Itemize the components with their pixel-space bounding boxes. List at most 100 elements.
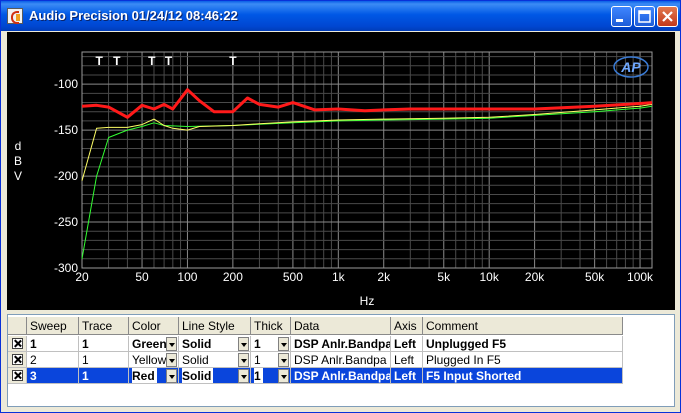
x-axis-label: Hz <box>360 294 375 308</box>
checkbox-icon[interactable] <box>12 354 23 365</box>
column-header-line-style[interactable]: Line Style <box>179 317 251 335</box>
sweep-cell[interactable]: 2 <box>27 352 79 368</box>
maximize-icon <box>638 10 651 23</box>
x-tick-label: 1k <box>332 270 346 284</box>
thick-value: 1 <box>254 368 263 383</box>
line-style-select[interactable]: Solid <box>179 336 251 352</box>
axis-cell[interactable]: Left <box>391 336 423 352</box>
app-window: Audio Precision 01/24/12 08:46:22 -100 -1… <box>0 0 681 413</box>
row-enable-checkbox[interactable] <box>8 352 27 368</box>
column-header-trace[interactable]: Trace <box>79 317 129 335</box>
color-select[interactable]: Green <box>129 336 179 352</box>
y-axis-label-letter: V <box>14 169 22 183</box>
thick-value: 1 <box>254 353 261 367</box>
axis-cell[interactable]: Left <box>391 352 423 368</box>
dropdown-arrow-icon[interactable] <box>278 337 289 351</box>
dropdown-arrow-icon[interactable] <box>238 337 249 351</box>
trace-cell[interactable]: 1 <box>79 368 129 384</box>
thick-select[interactable]: 1 <box>251 352 291 368</box>
dropdown-arrow-icon[interactable] <box>278 353 289 367</box>
dropdown-arrow-icon[interactable] <box>166 353 177 367</box>
y-tick-label: -150 <box>54 123 78 137</box>
y-tick-label: -250 <box>54 215 78 229</box>
maximize-button[interactable] <box>634 6 655 27</box>
close-button[interactable] <box>657 6 678 27</box>
close-icon <box>662 11 673 22</box>
grid <box>81 51 653 269</box>
thick-value: 1 <box>254 337 261 351</box>
data-cell[interactable]: DSP Anlr.Bandpa <box>291 368 391 384</box>
x-tick-labels: 20 50 100 200 500 1k 2k 5k 10k 20k 50k 100k <box>75 270 654 284</box>
column-header-sweep[interactable]: Sweep <box>27 317 79 335</box>
trace-cell[interactable]: 1 <box>79 336 129 352</box>
color-value: Red <box>132 368 157 383</box>
x-tick-label: 500 <box>283 270 303 284</box>
column-header-comment[interactable]: Comment <box>423 317 623 335</box>
trigger-marker: T <box>96 54 104 68</box>
trace-table[interactable]: Sweep Trace Color Line Style Thick Data … <box>7 314 675 407</box>
trigger-marker: T <box>113 54 121 68</box>
minimize-icon <box>616 19 623 22</box>
series-line-1 <box>81 105 653 259</box>
dropdown-arrow-icon[interactable] <box>166 337 177 351</box>
row-enable-checkbox[interactable] <box>8 336 27 352</box>
trigger-marker: T <box>165 54 173 68</box>
x-tick-label: 100k <box>627 270 654 284</box>
ap-logo-text: AP <box>620 59 641 75</box>
line-style-value: Solid <box>182 353 209 367</box>
series-layer <box>81 88 653 259</box>
color-select[interactable]: Yellow <box>129 352 179 368</box>
y-tick-label: -100 <box>54 77 78 91</box>
thick-select[interactable]: 1 <box>251 368 291 384</box>
trigger-marker: T <box>148 54 156 68</box>
color-value: Green <box>132 337 167 351</box>
data-cell[interactable]: DSP Anlr.Bandpa <box>291 336 391 352</box>
x-tick-label: 2k <box>377 270 391 284</box>
x-tick-label: 20 <box>75 270 89 284</box>
ap-logo: AP <box>613 56 649 78</box>
line-style-value: Solid <box>182 337 212 351</box>
column-header-axis[interactable]: Axis <box>391 317 423 335</box>
comment-cell[interactable]: F5 Input Shorted <box>423 368 623 384</box>
column-header-thick[interactable]: Thick <box>251 317 291 335</box>
x-tick-label: 20k <box>525 270 545 284</box>
line-style-select[interactable]: Solid <box>179 352 251 368</box>
dropdown-arrow-icon[interactable] <box>238 353 249 367</box>
checkbox-icon[interactable] <box>12 370 23 381</box>
row-enable-checkbox[interactable] <box>8 368 27 384</box>
color-value: Yellow <box>132 353 167 367</box>
dropdown-arrow-icon[interactable] <box>278 369 289 383</box>
x-tick-label: 200 <box>223 270 243 284</box>
color-select[interactable]: Red <box>129 368 179 384</box>
comment-cell[interactable]: Unplugged F5 <box>423 336 623 352</box>
column-header-color[interactable]: Color <box>129 317 179 335</box>
app-icon[interactable] <box>7 8 23 24</box>
thick-select[interactable]: 1 <box>251 336 291 352</box>
sweep-cell[interactable]: 1 <box>27 336 79 352</box>
x-tick-label: 10k <box>480 270 500 284</box>
comment-cell[interactable]: Plugged In F5 <box>423 352 623 368</box>
graph-panel[interactable]: -100 -150 -200 -250 -300 20 50 100 200 500 1k 2k 5k… <box>7 32 675 310</box>
dropdown-arrow-icon[interactable] <box>166 369 177 383</box>
x-tick-label: 50 <box>135 270 149 284</box>
sweep-cell[interactable]: 3 <box>27 368 79 384</box>
title-bar[interactable]: Audio Precision 01/24/12 08:46:22 <box>1 1 680 31</box>
line-style-select[interactable]: Solid <box>179 368 251 384</box>
y-tick-label: -200 <box>54 169 78 183</box>
header-corner <box>8 317 27 335</box>
checkbox-icon[interactable] <box>12 338 23 349</box>
y-tick-labels: -100-150-200-250-300 <box>54 77 78 275</box>
minimize-button[interactable] <box>611 6 632 27</box>
y-axis-label-letter: B <box>14 154 22 168</box>
trigger-marker: T <box>229 54 237 68</box>
dropdown-arrow-icon[interactable] <box>238 369 249 383</box>
series-line-2 <box>81 103 653 181</box>
axis-cell[interactable]: Left <box>391 368 423 384</box>
data-cell[interactable]: DSP Anlr.Bandpa <box>291 352 391 368</box>
column-header-data[interactable]: Data <box>291 317 391 335</box>
trace-cell[interactable]: 1 <box>79 352 129 368</box>
window-title: Audio Precision 01/24/12 08:46:22 <box>29 8 238 23</box>
x-tick-label: 100 <box>177 270 197 284</box>
frequency-response-chart[interactable]: -100-150-200-250-300 20 50 100 200 500 1k 2k 5k… <box>7 32 675 310</box>
line-style-value: Solid <box>182 368 214 383</box>
